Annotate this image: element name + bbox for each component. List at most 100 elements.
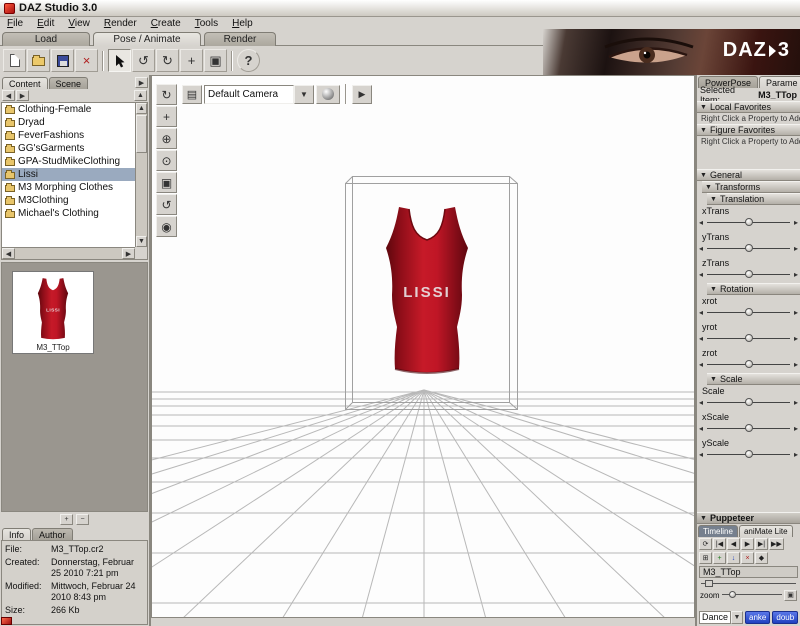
viewport-canvas[interactable]: LISSI — [152, 76, 694, 617]
section-scale[interactable]: ▼ Scale — [707, 373, 800, 385]
section-local-favorites[interactable]: ▼ Local Favorites — [697, 101, 800, 113]
clip-selector-value[interactable]: Dance — [699, 610, 732, 624]
tree-item[interactable]: M3 Morphing Clothes — [2, 181, 135, 194]
slider-xscale[interactable]: ◂ ▸ — [699, 423, 798, 435]
step-forward-button[interactable]: ▶| — [755, 538, 768, 550]
add-key-button[interactable]: + — [713, 552, 726, 564]
frame-camera-button[interactable]: ▣ — [156, 172, 177, 193]
slider-dec-icon[interactable]: ◂ — [699, 217, 703, 228]
tree-item-selected[interactable]: Lissi — [2, 168, 135, 181]
menu-view[interactable]: View — [61, 18, 97, 29]
slider-dec-icon[interactable]: ◂ — [699, 449, 703, 460]
taskbar-app-icon[interactable] — [1, 617, 12, 625]
tree-item[interactable]: M3Clothing — [2, 194, 135, 207]
tree-item[interactable]: Dryad — [2, 116, 135, 129]
zoom-fit-button[interactable]: ▣ — [784, 589, 797, 601]
slider-inc-icon[interactable]: ▸ — [794, 307, 798, 318]
keyframe-button[interactable]: ◆ — [755, 552, 768, 564]
slider-dec-icon[interactable]: ◂ — [699, 333, 703, 344]
scroll-right-button[interactable]: ▶ — [122, 248, 135, 259]
slider-dec-icon[interactable]: ◂ — [699, 243, 703, 254]
slider-knob[interactable] — [744, 270, 753, 278]
tree-item[interactable]: Clothing-Female — [2, 103, 135, 116]
step-back-button[interactable]: ◀ — [727, 538, 740, 550]
zoom-slider[interactable] — [721, 590, 783, 600]
camera-cube-button[interactable]: ▤ — [182, 84, 202, 104]
clip-button-doub[interactable]: doub — [772, 610, 799, 624]
slider-yrot[interactable]: ◂ ▸ — [699, 333, 798, 345]
delete-button[interactable]: × — [75, 49, 98, 72]
section-translation[interactable]: ▼ Translation — [707, 193, 800, 205]
tree-item[interactable]: GPA-StudMikeClothing — [2, 155, 135, 168]
slider-knob[interactable] — [744, 424, 753, 432]
section-general[interactable]: ▼ General — [697, 169, 800, 181]
viewport-play-button[interactable]: ▶ — [352, 84, 372, 104]
translate-tool-button[interactable]: + — [180, 49, 203, 72]
slider-dec-icon[interactable]: ◂ — [699, 269, 703, 280]
scroll-down-button[interactable]: ▼ — [136, 236, 147, 247]
tab-animate-lite[interactable]: aniMate Lite — [738, 525, 793, 537]
slider-scale[interactable]: ◂ ▸ — [699, 397, 798, 409]
slider-zrot[interactable]: ◂ ▸ — [699, 359, 798, 371]
tab-render[interactable]: Render — [204, 32, 276, 46]
orbit-camera-button[interactable]: ↻ — [156, 84, 177, 105]
slider-dec-icon[interactable]: ◂ — [699, 423, 703, 434]
rotate-camera-button[interactable]: ↺ — [156, 194, 177, 215]
slider-dec-icon[interactable]: ◂ — [699, 397, 703, 408]
tree-item[interactable]: FeverFashions — [2, 129, 135, 142]
scrollbar-thumb[interactable] — [136, 115, 147, 153]
node-select-tool-button[interactable] — [108, 49, 131, 72]
tab-author[interactable]: Author — [32, 528, 73, 540]
scrub-thumb[interactable] — [704, 580, 713, 587]
slider-knob[interactable] — [744, 360, 753, 368]
go-first-button[interactable]: |◀ — [713, 538, 726, 550]
slider-ytrans[interactable]: ◂ ▸ — [699, 243, 798, 255]
camera-selector-dropdown-button[interactable]: ▼ — [294, 84, 314, 104]
menu-file[interactable]: File — [0, 18, 30, 29]
scroll-left-button[interactable]: ◀ — [2, 248, 15, 259]
clip-selector[interactable]: Dance ▼ — [699, 610, 744, 624]
tree-item[interactable]: GG'sGarments — [2, 142, 135, 155]
go-last-button[interactable]: ▶▶ — [769, 538, 784, 550]
thumbnail-m3-ttop[interactable]: LISSI M3_TTop — [12, 271, 94, 354]
zoom-out-thumbs-button[interactable]: − — [76, 514, 89, 525]
nav-up-button[interactable]: ▲ — [134, 90, 147, 101]
tab-scene[interactable]: Scene — [48, 77, 89, 89]
slider-dec-icon[interactable]: ◂ — [699, 359, 703, 370]
slider-inc-icon[interactable]: ▸ — [794, 269, 798, 280]
nav-back-button[interactable]: ◀ — [2, 90, 15, 101]
tab-parameters[interactable]: Parame — [759, 76, 800, 88]
slider-knob[interactable] — [744, 218, 753, 226]
menu-help[interactable]: Help — [225, 18, 260, 29]
slider-inc-icon[interactable]: ▸ — [794, 359, 798, 370]
zoom-in-thumbs-button[interactable]: + — [60, 514, 73, 525]
section-rotation[interactable]: ▼ Rotation — [707, 283, 800, 295]
slider-knob[interactable] — [744, 334, 753, 342]
scale-tool-button[interactable]: ▣ — [204, 49, 227, 72]
move-down-button[interactable]: ↓ — [727, 552, 740, 564]
tab-timeline[interactable]: Timeline — [698, 525, 738, 537]
slider-inc-icon[interactable]: ▸ — [794, 333, 798, 344]
aim-camera-button[interactable]: ◉ — [156, 216, 177, 237]
slider-knob[interactable] — [744, 244, 753, 252]
tree-item[interactable]: Michael's Clothing — [2, 207, 135, 220]
tank-top-model[interactable]: LISSI — [386, 207, 468, 374]
camera-selector-value[interactable]: Default Camera — [204, 84, 294, 104]
pan-camera-button[interactable]: + — [156, 106, 177, 127]
loop-button[interactable]: ⟳ — [699, 538, 712, 550]
animate-scrub-bar[interactable] — [699, 579, 798, 588]
save-button[interactable] — [51, 49, 74, 72]
slider-inc-icon[interactable]: ▸ — [794, 397, 798, 408]
menu-tools[interactable]: Tools — [188, 18, 225, 29]
slider-knob[interactable] — [744, 398, 753, 406]
slider-inc-icon[interactable]: ▸ — [794, 449, 798, 460]
play-button[interactable]: ▶ — [741, 538, 754, 550]
slider-yscale[interactable]: ◂ ▸ — [699, 449, 798, 461]
tab-load[interactable]: Load — [2, 32, 90, 46]
slider-inc-icon[interactable]: ▸ — [794, 217, 798, 228]
menu-edit[interactable]: Edit — [30, 18, 61, 29]
tab-info[interactable]: Info — [2, 528, 32, 540]
zoom-camera-button[interactable]: ⊕ — [156, 128, 177, 149]
section-puppeteer[interactable]: ▼ Puppeteer — [697, 512, 800, 524]
orbit-tool-button[interactable]: ↻ — [156, 49, 179, 72]
